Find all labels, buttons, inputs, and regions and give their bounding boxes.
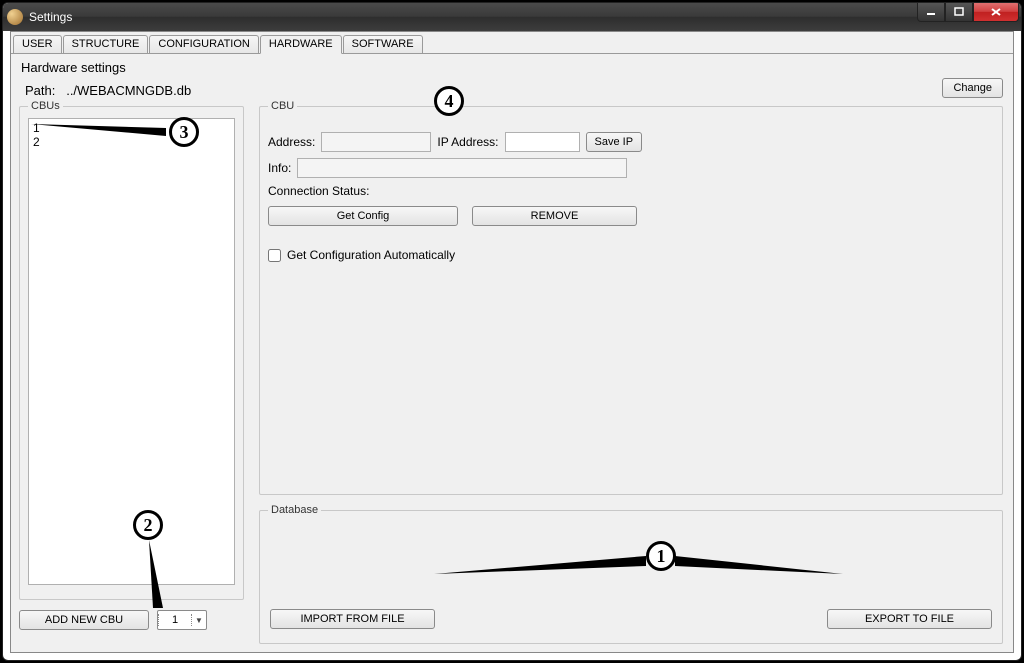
path-value: ../WEBACMNGDB.db [66, 83, 191, 98]
tabstrip: USER STRUCTURE CONFIGURATION HARDWARE SO… [11, 32, 1013, 53]
address-input[interactable] [321, 132, 431, 152]
database-legend: Database [268, 504, 321, 516]
close-button[interactable] [973, 3, 1019, 22]
change-button[interactable]: Change [942, 78, 1003, 98]
address-label: Address: [268, 135, 315, 149]
cbu-legend: CBU [268, 100, 297, 112]
window-controls [917, 3, 1019, 22]
tab-page-hardware: Hardware settings Path: ../WEBACMNGDB.db… [11, 53, 1013, 651]
cbu-number-input[interactable] [158, 614, 192, 626]
maximize-button[interactable] [945, 3, 973, 22]
tab-configuration[interactable]: CONFIGURATION [149, 35, 258, 54]
app-icon [7, 9, 23, 25]
minimize-button[interactable] [917, 3, 945, 22]
window-title: Settings [29, 10, 72, 24]
tab-hardware[interactable]: HARDWARE [260, 35, 342, 54]
cbu-panel: CBU Address: IP Address: Save IP Info: C… [259, 100, 1003, 495]
add-new-cbu-button[interactable]: ADD NEW CBU [19, 610, 149, 630]
tab-structure[interactable]: STRUCTURE [63, 35, 149, 54]
tab-user[interactable]: USER [13, 35, 62, 54]
cbus-panel: CBUs 1 2 [19, 100, 244, 600]
auto-config-label: Get Configuration Automatically [287, 248, 455, 262]
get-config-button[interactable]: Get Config [268, 206, 458, 226]
client-area: USER STRUCTURE CONFIGURATION HARDWARE SO… [10, 31, 1014, 653]
path-label: Path: [25, 83, 55, 98]
titlebar[interactable]: Settings [3, 3, 1021, 31]
settings-window: Settings USER STRUCTURE CONFIGURATION HA… [2, 2, 1022, 661]
connection-status-label: Connection Status: [268, 184, 369, 198]
list-item[interactable]: 2 [31, 135, 232, 149]
page-title: Hardware settings [21, 60, 1005, 75]
export-to-file-button[interactable]: EXPORT TO FILE [827, 609, 992, 629]
list-item[interactable]: 1 [31, 121, 232, 135]
cbu-number-spinner[interactable]: ▼ [157, 610, 207, 630]
cbus-listbox[interactable]: 1 2 [28, 118, 235, 585]
ip-label: IP Address: [437, 135, 498, 149]
annotation-3: 3 [169, 117, 199, 147]
add-cbu-row: ADD NEW CBU ▼ [19, 610, 207, 630]
annotation-4: 4 [434, 86, 464, 116]
cbus-legend: CBUs [28, 100, 63, 112]
tab-software[interactable]: SOFTWARE [343, 35, 423, 54]
path-row: Path: ../WEBACMNGDB.db [25, 83, 1005, 98]
annotation-2: 2 [133, 510, 163, 540]
auto-config-checkbox[interactable] [268, 249, 281, 262]
chevron-down-icon[interactable]: ▼ [192, 616, 206, 625]
ip-input[interactable] [505, 132, 580, 152]
remove-button[interactable]: REMOVE [472, 206, 637, 226]
info-input[interactable] [297, 158, 627, 178]
save-ip-button[interactable]: Save IP [586, 132, 643, 152]
database-panel: Database IMPORT FROM FILE EXPORT TO FILE [259, 504, 1003, 644]
import-from-file-button[interactable]: IMPORT FROM FILE [270, 609, 435, 629]
annotation-1: 1 [646, 541, 676, 571]
info-label: Info: [268, 161, 291, 175]
